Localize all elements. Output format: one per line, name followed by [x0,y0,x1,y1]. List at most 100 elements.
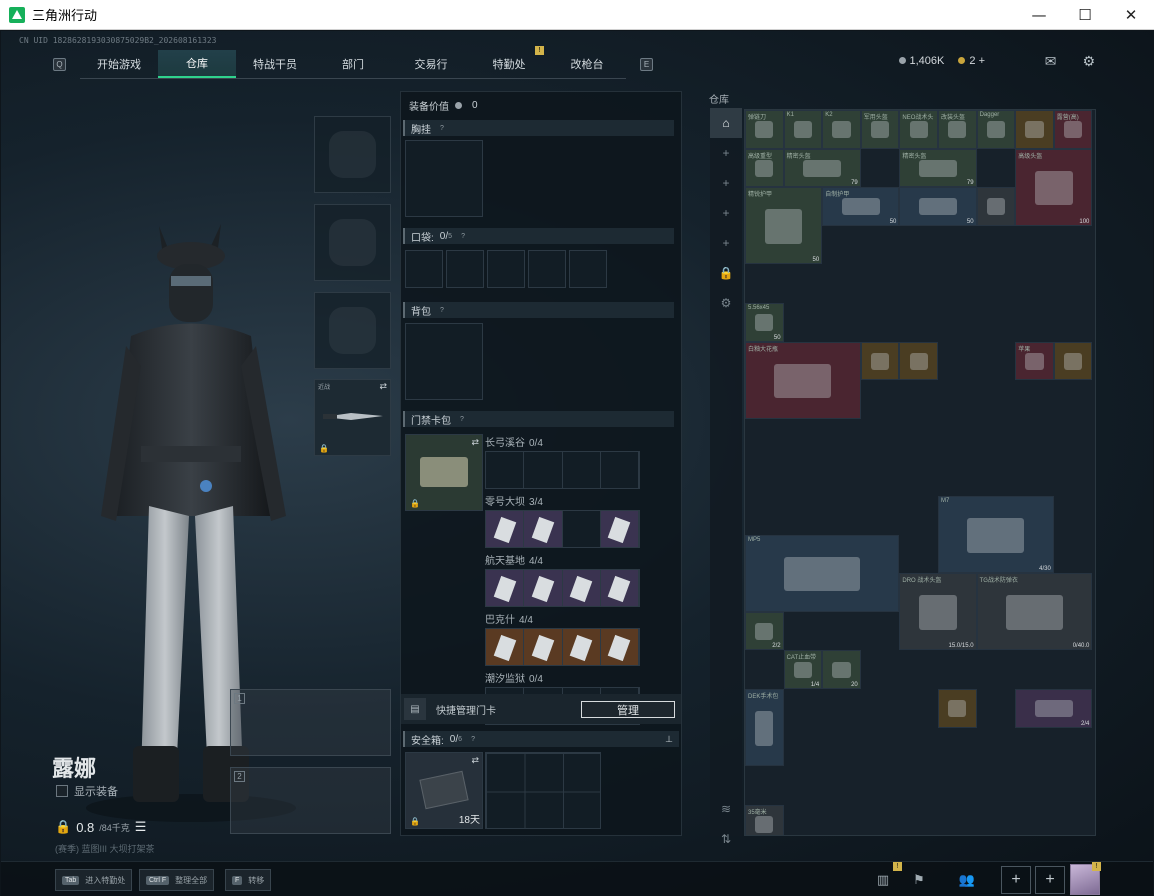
keycard-slot[interactable] [562,452,601,488]
warehouse-item[interactable]: 35毫米 [745,804,784,835]
tab-1[interactable]: 仓库 [158,49,236,78]
maximize-button[interactable]: ☐ [1062,0,1108,30]
pocket-slot[interactable] [446,250,484,288]
warehouse-item[interactable] [938,689,977,728]
warehouse-item[interactable]: 精密头盔 79 [899,148,977,188]
secondary-weapon-slot[interactable]: 2 [230,767,391,834]
friends-icon[interactable]: 👥 [953,867,981,893]
mail-icon[interactable]: ✉ [1045,53,1057,70]
warehouse-item[interactable]: 50 [899,187,977,226]
keycard-slot[interactable] [524,570,563,606]
warehouse-item[interactable]: 苹果 [1015,341,1054,381]
backpack-slot[interactable] [405,323,483,400]
keycard-slot[interactable] [562,629,601,665]
add-tab-icon[interactable]: + [710,228,742,258]
tickets-display[interactable]: 2 + [958,55,985,67]
primary-weapon-slot[interactable]: 1 [230,689,391,756]
warehouse-item[interactable]: DEK手术包 [745,689,784,767]
warehouse-item[interactable] [1015,110,1054,149]
help-icon[interactable]: ? [458,231,468,241]
add-tab-icon[interactable]: + [710,138,742,168]
warehouse-item[interactable]: 弹链刀 [745,110,784,149]
warehouse-item[interactable]: 精锐护甲 50 [745,187,823,265]
list-icon[interactable]: ☰ [135,819,147,835]
hotkey-hint[interactable]: Ctrl F 整理全部 [139,869,215,891]
pin-icon[interactable]: ⊥ [665,734,673,745]
layers-icon[interactable]: ≋ [710,794,742,824]
warehouse-item[interactable]: M7 4/30 [938,496,1054,574]
keycard-slot[interactable] [600,570,639,606]
swap-icon[interactable]: ⇄ [471,755,479,766]
manage-button[interactable]: 管理 [581,701,675,718]
warehouse-item[interactable]: 2/4 [1015,689,1093,728]
warehouse-item[interactable] [899,341,938,381]
warehouse-item[interactable]: NEO战术头 [899,110,938,149]
warehouse-item[interactable]: MP5 [745,534,900,612]
close-button[interactable]: ✕ [1108,0,1154,30]
tab-5[interactable]: 特勤处! [470,45,548,78]
flag-icon[interactable]: ⚑ [905,867,933,893]
sort-icon[interactable]: ⇅ [710,824,742,854]
help-icon[interactable]: ? [468,734,478,744]
keycard-slot[interactable] [486,452,525,488]
hotkey-hint[interactable]: F 转移 [225,869,272,891]
invite-slot-button[interactable]: + [1035,866,1065,894]
keycard-slot[interactable] [600,511,639,547]
keycard-slot[interactable] [562,511,601,547]
keycard-slot[interactable] [562,570,601,606]
helmet-slot[interactable] [314,116,391,193]
safe-box-grid[interactable] [485,752,601,829]
armor-slot[interactable] [314,204,391,281]
swap-icon[interactable]: ⇄ [379,381,387,392]
warehouse-item[interactable] [976,187,1016,226]
pocket-slot[interactable] [487,250,525,288]
tab-2[interactable]: 特战干员 [236,50,314,78]
nav-prev-key[interactable]: Q [53,57,66,71]
help-icon[interactable]: ? [437,305,447,315]
warehouse-item[interactable]: K2 [822,110,861,149]
swap-icon[interactable]: ⇄ [471,437,479,448]
coins-display[interactable]: 1,406K [898,55,944,67]
tab-6[interactable]: 改枪台 [548,50,626,78]
warehouse-item[interactable] [1053,341,1093,381]
keycard-slot[interactable] [524,511,563,547]
warehouse-item[interactable]: DRO 战术头盔 15.0/15.0 [899,573,977,651]
keycard-slot[interactable] [600,452,639,488]
warehouse-item[interactable]: Dagger [976,110,1016,149]
warehouse-item[interactable]: 5.56x45 50 [745,303,784,342]
pocket-slot[interactable] [405,250,443,288]
keycard-slot[interactable] [600,629,639,665]
tab-0[interactable]: 开始游戏 [80,50,158,78]
warehouse-grid[interactable]: 弹链刀 K1 K2 军用头盔 NEO战术头 改装头盔 Dagger 露营(高) 高级重型 精密头盔… [744,109,1096,836]
minimize-button[interactable]: — [1016,0,1062,30]
keycard-bag-slot[interactable]: ⇄ 🔒 [405,434,483,511]
keycard-slot[interactable] [486,629,525,665]
safe-box-slot[interactable]: ⇄ 🔒 18天 [405,752,483,829]
tab-4[interactable]: 交易行 [392,50,470,78]
warehouse-item[interactable]: 高级头盔 100 [1015,148,1093,226]
warehouse-item[interactable]: CAT止血带 1/4 [783,650,823,689]
invite-slot-button[interactable]: + [1001,866,1031,894]
gear-icon[interactable]: ⚙ [1082,53,1095,70]
warehouse-item[interactable]: 20 [822,650,861,689]
add-tab-icon[interactable]: + [710,168,742,198]
keycard-slot[interactable] [524,452,563,488]
nav-next-key[interactable]: E [640,57,653,71]
warehouse-item[interactable]: 自制护甲 50 [822,187,900,226]
tab-3[interactable]: 部门 [314,50,392,78]
add-currency-button[interactable]: + [979,55,985,67]
warehouse-item[interactable]: 露营(高) [1053,110,1093,149]
melee-slot[interactable]: 近战 ⇄ 🔒 [314,379,391,456]
pocket-slot[interactable] [569,250,607,288]
sidearm-slot[interactable] [314,292,391,369]
warehouse-item[interactable]: 军用头盔 [860,110,900,149]
show-equipment-toggle[interactable]: 显示装备 [56,783,118,799]
warehouse-item[interactable]: 改装头盔 [938,110,977,149]
add-tab-icon[interactable]: + [710,198,742,228]
help-icon[interactable]: ? [457,414,467,424]
warehouse-item[interactable] [860,341,900,381]
keycard-slot[interactable] [486,570,525,606]
warehouse-item[interactable]: 2/2 [745,611,784,651]
hotkey-hint[interactable]: Tab 进入特勤处 [55,869,133,891]
chest-rig-slot[interactable] [405,140,483,217]
